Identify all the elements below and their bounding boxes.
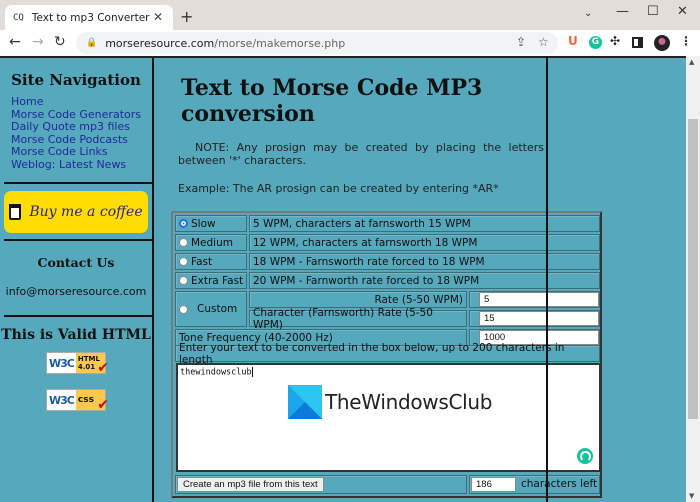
- nav-link-home[interactable]: Home: [11, 95, 152, 109]
- buy-me-a-coffee-button[interactable]: Buy me a coffee: [4, 191, 148, 233]
- nav-link-weblog[interactable]: Weblog: Latest News: [11, 158, 152, 172]
- chars-left-label: characters left: [521, 478, 598, 490]
- tab-title: Text to mp3 Converter: [31, 11, 150, 24]
- char-rate-input[interactable]: 15: [479, 311, 599, 326]
- divider: [4, 182, 152, 184]
- share-icon[interactable]: ⇪: [516, 35, 526, 49]
- browser-tab[interactable]: CQ Text to mp3 Converter ✕: [5, 5, 173, 30]
- bookmark-star-icon[interactable]: ☆: [538, 35, 549, 49]
- close-window-icon[interactable]: ✕: [677, 4, 688, 19]
- conversion-form: Slow 5 WPM, characters at farnsworth 15 …: [171, 211, 602, 498]
- text-value: thewindowsclub: [180, 367, 252, 378]
- speed-label: Fast: [191, 255, 213, 268]
- radio-extra-fast[interactable]: [179, 276, 188, 285]
- close-tab-icon[interactable]: ✕: [153, 10, 163, 24]
- w3c-logo: W3C: [47, 353, 76, 373]
- forward-icon[interactable]: →: [32, 34, 44, 50]
- browser-toolbar: ← → ↻ 🔒 morseresource.com/morse/makemors…: [0, 30, 700, 56]
- coffee-cup-icon: [9, 204, 22, 220]
- speed-label: Extra Fast: [191, 274, 244, 287]
- maximize-icon[interactable]: ☐: [647, 4, 659, 19]
- speed-option-medium[interactable]: Medium: [175, 234, 247, 251]
- minimize-icon[interactable]: —: [616, 4, 629, 19]
- chars-left-counter: 186: [471, 477, 516, 492]
- reload-icon[interactable]: ↻: [54, 34, 66, 50]
- radio-custom[interactable]: [179, 304, 188, 314]
- coffee-label: Buy me a coffee: [29, 204, 143, 220]
- nav-link-links[interactable]: Morse Code Links: [11, 145, 152, 159]
- tab-search-icon[interactable]: ⌄: [584, 8, 592, 19]
- scrollbar-thumb[interactable]: [688, 119, 698, 419]
- scroll-down-icon[interactable]: ▼: [689, 492, 694, 500]
- divider: [4, 239, 152, 241]
- text-instructions: Enter your text to be converted in the b…: [175, 342, 600, 366]
- speed-label: Medium: [191, 236, 233, 249]
- grammarly-widget-icon[interactable]: [577, 448, 593, 464]
- windows-logo-icon: [288, 385, 322, 419]
- create-mp3-button[interactable]: Create an mp3 file from this text: [177, 477, 324, 492]
- site-navigation-heading: Site Navigation: [11, 71, 141, 89]
- speed-label: Custom: [197, 303, 238, 315]
- custom-rate-label: Rate (5-50 WPM): [249, 291, 467, 308]
- contact-heading: Contact Us: [37, 255, 115, 270]
- prosign-note: NOTE: Any prosign may be created by plac…: [178, 141, 544, 167]
- browser-tab-strip: CQ Text to mp3 Converter ✕ + ⌄ — ☐ ✕: [0, 0, 700, 30]
- menu-kebab-icon[interactable]: ⋮: [680, 34, 692, 48]
- radio-fast[interactable]: [179, 257, 188, 266]
- speed-option-slow[interactable]: Slow: [175, 215, 247, 232]
- page-title: Text to Morse Code MP3 conversion: [181, 75, 483, 127]
- url-host: morseresource.com: [105, 36, 215, 50]
- back-icon[interactable]: ←: [9, 34, 21, 50]
- html-version: HTML 4.01 ✔: [75, 353, 109, 376]
- ext-u-icon[interactable]: U: [568, 34, 578, 48]
- url-path: /morse/makemorse.php: [214, 36, 346, 50]
- contact-email[interactable]: info@morseresource.com: [0, 285, 152, 298]
- checkmark-icon: ✔: [97, 360, 109, 376]
- speed-option-extra-fast[interactable]: Extra Fast: [175, 272, 247, 289]
- w3c-css-badge[interactable]: W3C css ✔: [46, 389, 109, 413]
- speed-option-fast[interactable]: Fast: [175, 253, 247, 270]
- main-content: Text to Morse Code MP3 conversion NOTE: …: [156, 58, 686, 502]
- grammarly-icon[interactable]: G: [589, 36, 602, 49]
- nav-links: Home Morse Code Generators Daily Quote m…: [0, 95, 152, 172]
- lock-icon: 🔒: [86, 38, 98, 48]
- text-input-area[interactable]: thewindowsclub TheWindowsClub: [176, 363, 601, 472]
- speed-option-custom[interactable]: Custom: [175, 291, 247, 327]
- css-label: css ✔: [75, 390, 109, 413]
- watermark-logo: TheWindowsClub: [288, 385, 492, 419]
- scroll-up-icon[interactable]: ▲: [689, 58, 694, 66]
- new-tab-icon[interactable]: +: [180, 7, 193, 26]
- text-caret: [251, 367, 253, 377]
- w3c-html-badge[interactable]: W3C HTML 4.01 ✔: [46, 352, 109, 376]
- custom-rate-input[interactable]: 5: [479, 292, 599, 307]
- watermark-text: TheWindowsClub: [325, 390, 493, 414]
- text-input-value: thewindowsclub: [180, 367, 253, 378]
- valid-html-heading: This is Valid HTML: [1, 327, 151, 343]
- radio-medium[interactable]: [179, 238, 188, 247]
- sidebar: Site Navigation Home Morse Code Generato…: [0, 58, 154, 502]
- side-panel-icon[interactable]: [632, 37, 643, 48]
- favicon-icon: CQ: [13, 12, 24, 23]
- badge-label: css: [77, 395, 94, 405]
- nav-link-daily-quote[interactable]: Daily Quote mp3 files: [11, 120, 152, 134]
- profile-avatar[interactable]: [654, 35, 670, 51]
- address-bar[interactable]: 🔒 morseresource.com/morse/makemorse.php …: [76, 32, 558, 54]
- vertical-divider: [546, 56, 548, 502]
- prosign-example: Example: The AR prosign can be created b…: [178, 182, 499, 195]
- checkmark-icon: ✔: [97, 397, 109, 413]
- web-page: Site Navigation Home Morse Code Generato…: [0, 56, 686, 502]
- extensions-puzzle-icon[interactable]: ✣: [610, 34, 620, 48]
- w3c-logo: W3C: [47, 390, 76, 410]
- radio-slow[interactable]: [179, 219, 188, 228]
- speed-label: Slow: [191, 217, 216, 230]
- page-scrollbar[interactable]: ▲ ▼: [686, 56, 700, 502]
- divider: [4, 315, 152, 317]
- char-rate-label: Character (Farnsworth) Rate (5-50 WPM): [249, 307, 467, 331]
